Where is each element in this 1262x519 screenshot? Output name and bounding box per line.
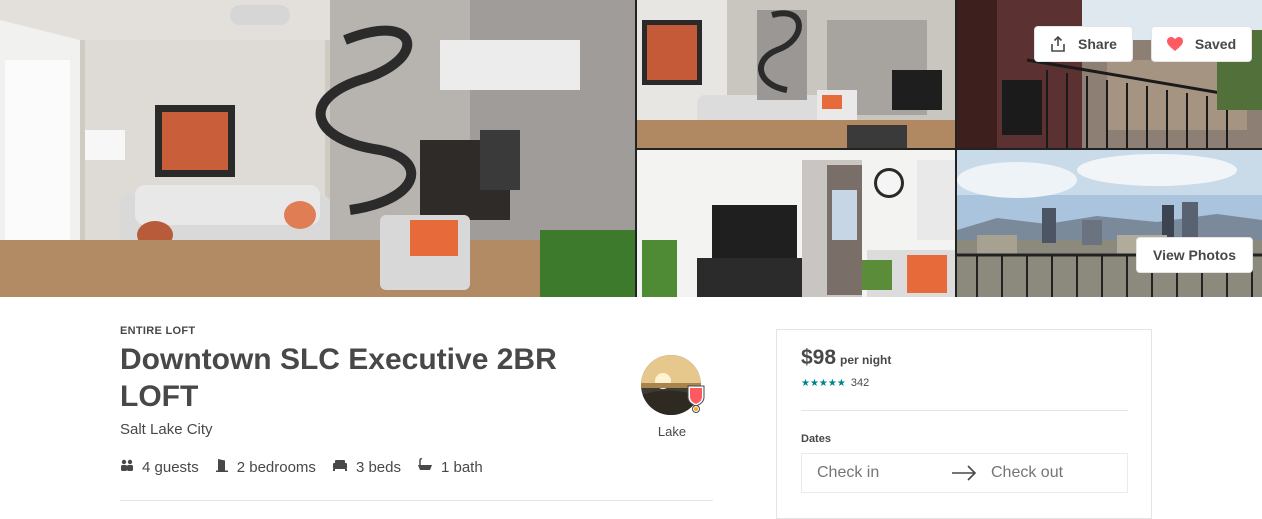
listing-type: ENTIRE LOFT — [120, 325, 196, 337]
price-amount: $98 — [801, 346, 837, 369]
fact-beds-label: 3 beds — [355, 458, 401, 476]
section-divider — [120, 500, 713, 501]
checkout-input[interactable]: Check out — [991, 464, 1063, 482]
fact-bath-label: 1 bath — [440, 458, 483, 476]
host-name[interactable]: Lake — [641, 424, 703, 439]
share-button[interactable]: Share — [1034, 26, 1133, 62]
guests-icon — [120, 458, 142, 476]
fact-bedrooms-label: 2 bedrooms — [236, 458, 316, 476]
photo-tv-and-balcony-door[interactable] — [637, 150, 955, 297]
superhost-badge-icon — [687, 385, 705, 418]
fact-bath: 1 bath — [417, 458, 483, 476]
view-photos-label: View Photos — [1153, 247, 1236, 263]
photo-balcony-view-image — [957, 0, 1262, 148]
arrow-right-icon — [951, 465, 977, 486]
door-icon — [215, 458, 237, 476]
heart-icon — [1166, 36, 1183, 52]
booking-divider — [801, 410, 1128, 411]
photo-balcony-view[interactable] — [957, 0, 1262, 148]
photo-gallery: Share Saved View Photos — [0, 0, 1262, 297]
host-avatar-link[interactable] — [641, 355, 705, 418]
photo-city-skyline[interactable] — [957, 150, 1262, 297]
dates-label: Dates — [801, 433, 831, 445]
price-unit: per night — [840, 353, 892, 367]
review-count: 342 — [850, 377, 870, 389]
price: $98 per night — [801, 346, 891, 370]
checkin-input[interactable]: Check in — [817, 464, 879, 482]
fact-guests-label: 4 guests — [142, 458, 199, 476]
saved-label: Saved — [1194, 36, 1237, 52]
fact-beds: 3 beds — [332, 458, 401, 476]
bed-icon — [332, 458, 356, 476]
fact-bedrooms: 2 bedrooms — [215, 458, 316, 476]
photo-city-skyline-image — [957, 150, 1262, 297]
photo-living-room-wide[interactable] — [637, 0, 955, 148]
saved-button[interactable]: Saved — [1151, 26, 1252, 62]
view-photos-button[interactable]: View Photos — [1136, 237, 1253, 273]
photo-living-room-spiral-stair — [0, 0, 635, 297]
booking-panel: $98 per night ★★★★★ 342 Dates Check in C… — [776, 329, 1152, 519]
listing-title: Downtown SLC Executive 2BR LOFT — [120, 343, 557, 413]
share-label: Share — [1078, 36, 1117, 52]
star-rating-icon: ★★★★★ — [801, 377, 846, 389]
bath-icon — [417, 458, 441, 476]
listing-facts: 4 guests 2 bedrooms 3 beds 1 bath — [120, 458, 499, 476]
listing-city[interactable]: Salt Lake City — [120, 421, 213, 438]
photo-tv-and-balcony-door-image — [637, 150, 955, 297]
date-range-picker: Check in Check out — [801, 453, 1128, 493]
rating[interactable]: ★★★★★ 342 — [801, 377, 869, 389]
fact-guests: 4 guests — [120, 458, 199, 476]
photo-main[interactable] — [0, 0, 635, 297]
share-icon — [1050, 36, 1066, 52]
photo-living-room-wide-image — [637, 0, 955, 148]
